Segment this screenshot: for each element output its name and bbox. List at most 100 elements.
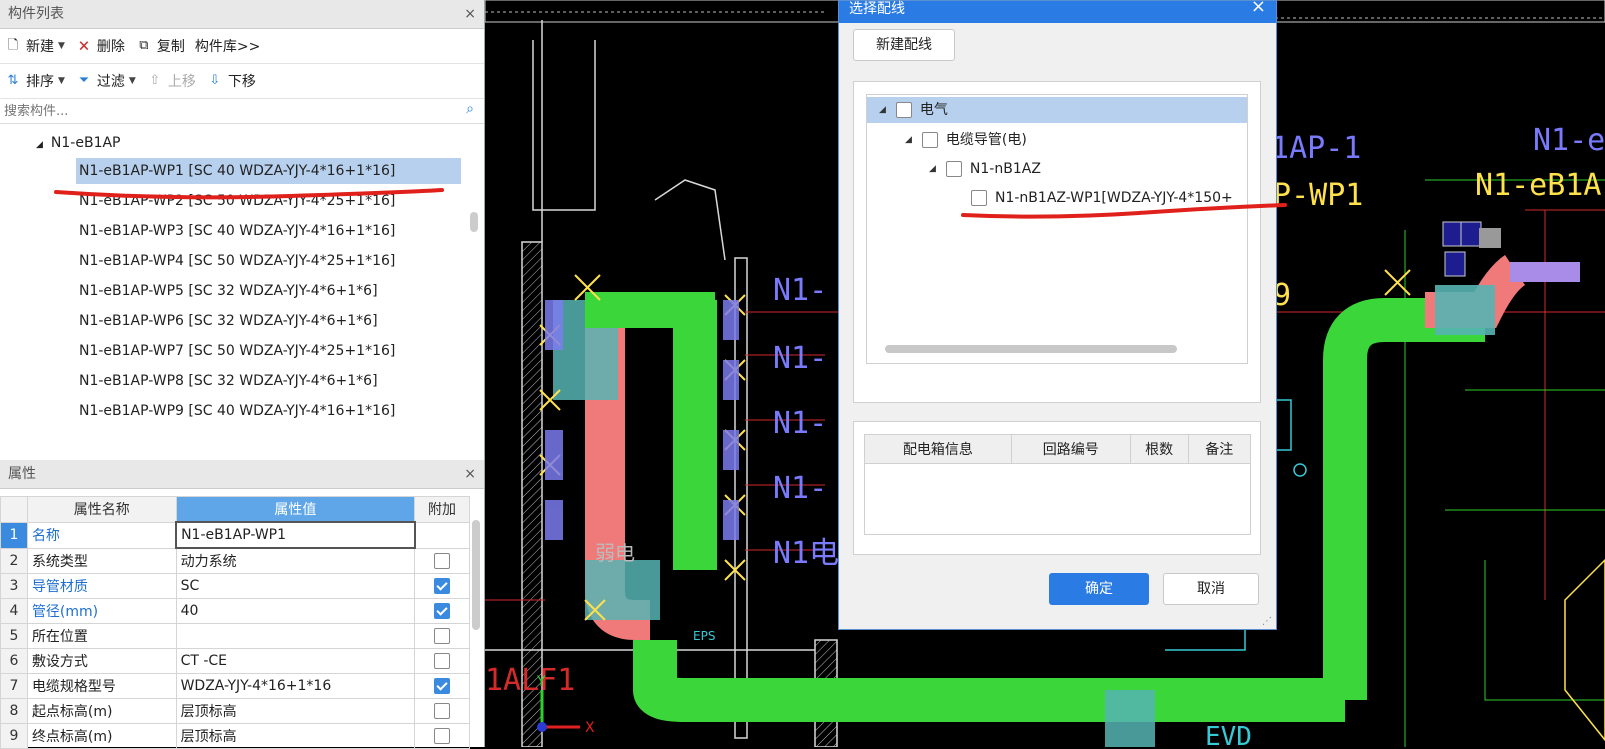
dialog-title-bar: 选择配线 ×	[839, 0, 1276, 23]
circuit-table: 配电箱信息 回路编号 根数 备注	[864, 434, 1252, 535]
move-down-button[interactable]: ⇩ 下移	[206, 71, 255, 91]
list-item[interactable]: N1-eB1AP-WP4 [SC 50 WDZA-YJY-4*25+1*16]	[79, 248, 395, 274]
table-header-row: 配电箱信息 回路编号 根数 备注	[864, 434, 1252, 464]
select-wire-dialog: 选择配线 × 新建配线 ◢ 电气 ◢ 电缆导管(电) ◢ N1-nB1AZ N1-nB…	[838, 0, 1287, 630]
toolbar-primary: 🗋 新建 ▼ 🗙 删除 ⧉ 复制 构件库>>	[0, 29, 484, 64]
cad-label: N1-e	[1533, 123, 1605, 158]
table-row[interactable]: 6 敷设方式 CT -CE	[0, 648, 470, 674]
arrow-down-icon: ⇩	[209, 73, 221, 88]
delete-icon: 🗙	[78, 38, 89, 53]
svg-text:X: X	[585, 720, 595, 736]
ok-button[interactable]: 确定	[1049, 573, 1149, 605]
copy-button[interactable]: ⧉ 复制	[135, 36, 185, 56]
delete-button[interactable]: 🗙 删除	[75, 36, 125, 56]
table-row[interactable]: 4 管径(mm) 40	[0, 598, 470, 624]
chevron-down-icon[interactable]: ▼	[58, 41, 65, 51]
panel-title: 构件列表	[8, 6, 64, 22]
annotation-underline	[54, 188, 444, 200]
collapse-triangle-icon[interactable]: ◢	[905, 127, 912, 153]
chevron-down-icon[interactable]: ▼	[129, 76, 136, 86]
collapse-triangle-icon[interactable]: ◢	[929, 156, 936, 182]
new-wire-button[interactable]: 新建配线	[853, 29, 955, 61]
scrollbar-thumb[interactable]	[472, 520, 480, 630]
close-icon[interactable]: ×	[464, 0, 476, 28]
checkbox[interactable]	[434, 703, 451, 719]
resize-grip-icon[interactable]: ⋰	[1262, 616, 1272, 627]
horizontal-scrollbar-thumb[interactable]	[885, 345, 1177, 353]
chevron-down-icon[interactable]: ▼	[58, 76, 65, 86]
checkbox[interactable]	[434, 728, 451, 744]
checkbox-checked[interactable]	[434, 603, 451, 619]
dialog-title: 选择配线	[849, 1, 905, 17]
panel-title-bar: 构件列表 ×	[0, 0, 484, 29]
table-row[interactable]: 8 起点标高(m) 层顶标高	[0, 698, 470, 724]
scrollbar-thumb[interactable]	[470, 212, 478, 232]
column-header-value: 属性值	[175, 496, 416, 523]
close-icon[interactable]: ×	[1251, 0, 1266, 16]
panel-title: 属性	[8, 466, 36, 482]
sort-button[interactable]: ⇅ 排序 ▼	[4, 71, 65, 91]
cad-label: N1-	[773, 406, 827, 441]
cad-label: N1-	[773, 341, 827, 376]
copy-icon: ⧉	[139, 38, 149, 53]
tree-root[interactable]: ◢ N1-eB1AP	[36, 130, 121, 156]
toolbar-secondary: ⇅ 排序 ▼ ⏷ 过滤 ▼ ⇧ 上移 ⇩ 下移	[0, 64, 484, 99]
checkbox[interactable]	[921, 132, 938, 148]
checkbox-checked[interactable]	[434, 578, 451, 594]
checkbox[interactable]	[434, 653, 451, 669]
column-header: 根数	[1129, 434, 1189, 464]
collapse-triangle-icon[interactable]: ◢	[879, 97, 886, 123]
table-row[interactable]: 2 系统类型 动力系统	[0, 547, 470, 574]
wire-tree: ◢ 电气 ◢ 电缆导管(电) ◢ N1-nB1AZ N1-nB1AZ-WP1[WDZA…	[866, 94, 1248, 364]
cad-label: EPS	[693, 629, 715, 643]
column-header-extra: 附加	[414, 496, 470, 523]
filter-icon: ⏷	[78, 73, 90, 88]
table-row[interactable]: 9 终点标高(m) 层顶标高	[0, 723, 470, 749]
table-row[interactable]: 1 名称 N1-eB1AP-WP1	[0, 521, 470, 549]
column-header: 回路编号	[1010, 434, 1131, 464]
component-tree: ◢ N1-eB1AP N1-eB1AP-WP1 [SC 40 WDZA-YJY-4…	[0, 124, 484, 424]
collapse-triangle-icon[interactable]: ◢	[36, 140, 43, 150]
arrow-up-icon: ⇧	[149, 73, 161, 88]
properties-table: 属性名称 属性值 附加 1 名称 N1-eB1AP-WP1 2 系统类型 动力系…	[0, 496, 470, 749]
list-item[interactable]: N1-eB1AP-WP6 [SC 32 WDZA-YJY-4*6+1*6]	[79, 308, 378, 334]
list-item[interactable]: N1-eB1AP-WP8 [SC 32 WDZA-YJY-4*6+1*6]	[79, 368, 378, 394]
svg-text:Y: Y	[536, 674, 546, 690]
list-item[interactable]: N1-eB1AP-WP3 [SC 40 WDZA-YJY-4*16+1*16]	[79, 218, 395, 244]
cad-label: EVD	[1205, 722, 1252, 747]
table-row[interactable]: 7 电缆规格型号 WDZA-YJY-4*16+1*16	[0, 673, 470, 699]
cad-label: 弱电	[595, 541, 635, 565]
list-item[interactable]: N1-eB1AP-WP7 [SC 50 WDZA-YJY-4*25+1*16]	[79, 338, 395, 364]
new-button[interactable]: 🗋 新建 ▼	[4, 36, 65, 56]
filter-button[interactable]: ⏷ 过滤 ▼	[75, 71, 136, 91]
library-button[interactable]: 构件库>>	[195, 36, 260, 56]
checkbox[interactable]	[434, 628, 451, 644]
tree-node[interactable]: ◢ N1-nB1AZ	[929, 156, 1041, 182]
checkbox[interactable]	[434, 552, 451, 569]
table-header-row: 属性名称 属性值 附加	[0, 496, 470, 523]
move-up-button[interactable]: ⇧ 上移	[146, 71, 195, 91]
properties-panel: 属性 × 属性名称 属性值 附加 1 名称 N1-eB1AP-WP1 2 系统类…	[0, 460, 484, 749]
tree-node[interactable]: ◢ 电气	[867, 97, 1247, 123]
checkbox[interactable]	[945, 161, 962, 177]
cancel-button[interactable]: 取消	[1163, 573, 1259, 605]
checkbox-checked[interactable]	[434, 678, 451, 694]
tree-node[interactable]: ◢ 电缆导管(电)	[905, 127, 1027, 153]
sort-icon: ⇅	[7, 73, 19, 88]
search-icon[interactable]: ⌕	[466, 101, 474, 117]
value-cell-editing[interactable]: N1-eB1AP-WP1	[175, 521, 416, 549]
circuit-info-panel: 配电箱信息 回路编号 根数 备注	[853, 421, 1261, 555]
table-row[interactable]: 5 所在位置	[0, 623, 470, 649]
cad-label: N1-	[773, 273, 827, 308]
checkbox[interactable]	[895, 102, 912, 118]
list-item[interactable]: N1-eB1AP-WP9 [SC 40 WDZA-YJY-4*16+1*16]	[79, 398, 395, 424]
wire-tree-panel: ◢ 电气 ◢ 电缆导管(电) ◢ N1-nB1AZ N1-nB1AZ-WP1[WDZA…	[853, 81, 1261, 403]
search-input[interactable]	[0, 99, 446, 123]
cad-label: N1-eB1A	[1475, 168, 1601, 203]
table-row[interactable]: 3 导管材质 SC	[0, 573, 470, 599]
close-icon[interactable]: ×	[464, 460, 476, 488]
annotation-underline	[961, 203, 1287, 219]
column-header: 配电箱信息	[864, 434, 1012, 464]
list-item[interactable]: N1-eB1AP-WP5 [SC 32 WDZA-YJY-4*6+1*6]	[79, 278, 378, 304]
panel-title-bar: 属性 ×	[0, 460, 484, 489]
